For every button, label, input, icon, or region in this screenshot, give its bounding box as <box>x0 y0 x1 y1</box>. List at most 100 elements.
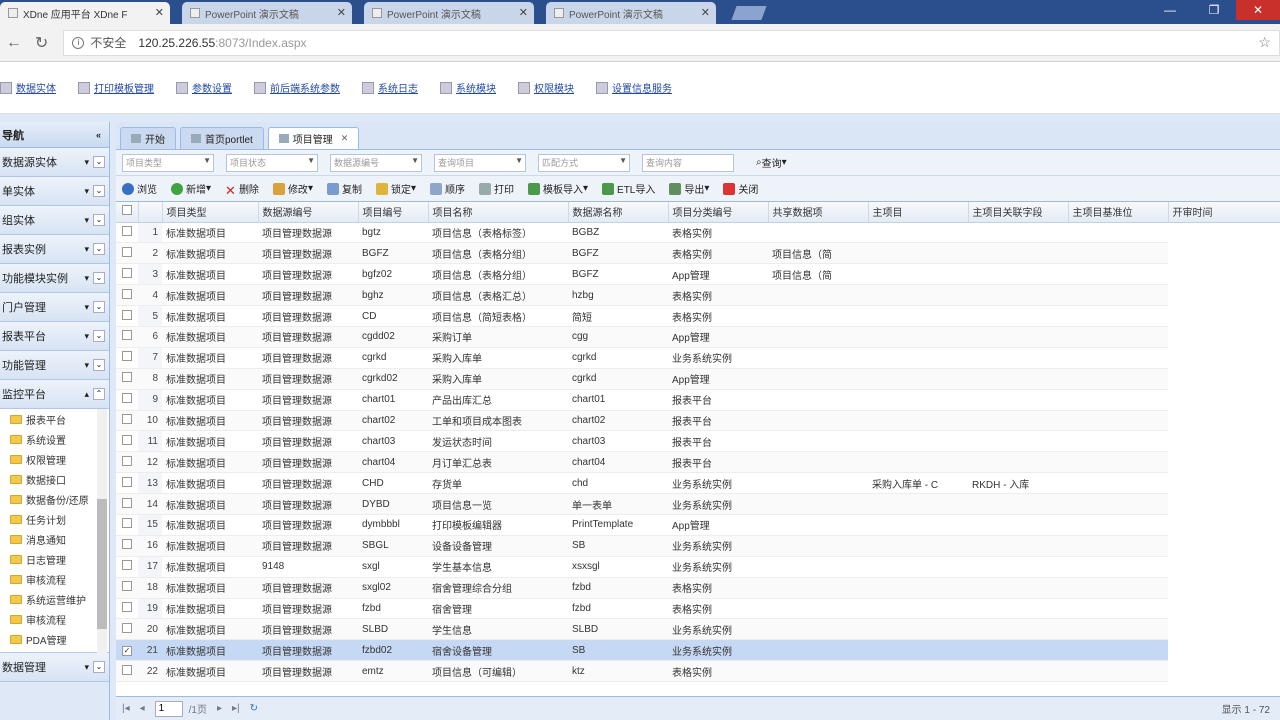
row-checkbox[interactable] <box>116 514 138 536</box>
last-page-icon[interactable]: ▸| <box>232 703 240 714</box>
column-header[interactable]: 项目分类编号 <box>668 202 769 223</box>
sidebar-section[interactable]: 功能管理 ▾ ⌄ <box>0 351 109 380</box>
back-icon[interactable]: ← <box>0 34 28 52</box>
close-tab-icon[interactable]: ✕ <box>701 6 710 19</box>
edit-button[interactable]: 修改 ▾ <box>272 181 313 196</box>
pin-icon[interactable]: ⌄ <box>93 661 105 673</box>
url-input[interactable]: i 不安全 120.25.226.55 :8073/Index.aspx ☆ <box>63 29 1280 56</box>
pin-icon[interactable]: ⌄ <box>93 301 105 313</box>
column-header[interactable]: 项目类型 <box>162 202 259 223</box>
table-row[interactable]: 17 标准数据项目 9148 sxgl 学生基本信息 xsxsgl 业务系统实例 <box>116 556 1280 578</box>
table-row[interactable]: 20 标准数据项目 项目管理数据源 SLBD 学生信息 SLBD 业务系统实例 <box>116 618 1280 641</box>
row-checkbox[interactable] <box>116 242 138 265</box>
tree-node[interactable]: PDA管理 <box>0 629 109 649</box>
table-row[interactable]: 7 标准数据项目 项目管理数据源 cgrkd 采购入库单 cgrkd 业务系统实例 <box>116 347 1280 369</box>
column-header[interactable]: 主项目基准位 <box>1068 202 1169 223</box>
new-tab-button[interactable] <box>731 6 767 20</box>
table-row[interactable]: 2 标准数据项目 项目管理数据源 BGFZ 项目信息（表格分组） BGFZ 表格实例 项目信息… <box>116 242 1280 265</box>
row-checkbox[interactable] <box>116 493 138 515</box>
close-tab-icon[interactable]: ✕ <box>341 133 349 144</box>
table-row[interactable]: 5 标准数据项目 项目管理数据源 CD 项目信息（简短表格） 简短 表格实例 <box>116 305 1280 327</box>
row-checkbox[interactable] <box>116 660 138 683</box>
tree-node[interactable]: 任务计划 <box>0 509 109 529</box>
tree-node[interactable]: 系统运营维护 <box>0 589 109 609</box>
tree-node[interactable]: 审核流程 <box>0 569 109 589</box>
select-all-checkbox[interactable] <box>116 202 139 223</box>
row-checkbox[interactable] <box>116 410 138 432</box>
table-row[interactable]: 19 标准数据项目 项目管理数据源 fzbd 宿舍管理 fzbd 表格实例 <box>116 598 1280 620</box>
row-checkbox[interactable] <box>116 347 138 369</box>
table-row[interactable]: 8 标准数据项目 项目管理数据源 cgrkd02 采购入库单 cgrkd App管理 <box>116 368 1280 390</box>
row-checkbox[interactable] <box>116 451 138 474</box>
etl-import-button[interactable]: ETL导入 <box>602 181 655 196</box>
close-tab-icon[interactable]: ✕ <box>519 6 528 19</box>
delete-button[interactable]: ✕ 删除 <box>225 181 259 198</box>
filter-project-status[interactable]: 项目状态 ▼ <box>226 153 318 172</box>
browser-tab[interactable]: PowerPoint 演示文稿 ✕ <box>364 2 534 24</box>
minimize-icon[interactable]: — <box>1148 0 1192 20</box>
column-header[interactable]: 主项目 <box>868 202 969 223</box>
browser-tab[interactable]: XDne 应用平台 XDne F ✕ <box>0 2 170 24</box>
tree-node[interactable]: 系统设置 <box>0 429 109 449</box>
query-button[interactable]: ⌕ 查询 ▾ <box>756 155 787 170</box>
filter-datasource[interactable]: 数据源编号 ▼ <box>330 153 422 172</box>
row-checkbox[interactable] <box>116 598 138 620</box>
first-page-icon[interactable]: |◂ <box>122 703 130 714</box>
column-header[interactable]: 开审时间 <box>1168 202 1280 223</box>
pin-icon[interactable]: ⌄ <box>93 272 105 284</box>
search-input[interactable]: 查询内容 <box>642 153 734 172</box>
tree-node[interactable]: 消息通知 <box>0 529 109 549</box>
bookmark-link[interactable]: 设置信息服务 <box>596 80 672 95</box>
row-checkbox[interactable] <box>116 556 138 578</box>
close-button[interactable]: 关闭 <box>723 181 758 196</box>
column-header[interactable]: 数据源名称 <box>568 202 669 223</box>
browser-tab[interactable]: PowerPoint 演示文稿 ✕ <box>182 2 352 24</box>
bookmark-star-icon[interactable]: ☆ <box>1258 34 1271 51</box>
column-header[interactable]: 共享数据项 <box>768 202 869 223</box>
column-header[interactable]: 项目编号 <box>358 202 429 223</box>
sidebar-section[interactable]: 组实体 ▾ ⌄ <box>0 206 109 235</box>
pin-icon[interactable]: ⌄ <box>93 214 105 226</box>
pin-icon[interactable]: ⌄ <box>93 156 105 168</box>
bookmark-link[interactable]: 参数设置 <box>176 80 232 95</box>
row-checkbox[interactable] <box>116 284 138 307</box>
tree-node[interactable]: 数据备份/还原 <box>0 489 109 509</box>
table-row[interactable]: ✓ 21 标准数据项目 项目管理数据源 fzbd02 宿舍设备管理 SB 业务系统实例 <box>116 639 1280 662</box>
close-tab-icon[interactable]: ✕ <box>155 6 164 19</box>
close-window-icon[interactable]: ✕ <box>1236 0 1280 20</box>
lock-button[interactable]: 锁定 ▾ <box>375 181 416 196</box>
scroll-thumb[interactable] <box>97 499 107 629</box>
row-checkbox[interactable] <box>116 368 138 390</box>
sidebar-section[interactable]: 单实体 ▾ ⌄ <box>0 177 109 206</box>
sidebar-section[interactable]: 报表平台 ▾ ⌄ <box>0 322 109 351</box>
table-row[interactable]: 16 标准数据项目 项目管理数据源 SBGL 设备设备管理 SB 业务系统实例 <box>116 535 1280 557</box>
order-button[interactable]: 顺序 <box>430 181 465 196</box>
row-checkbox[interactable] <box>116 430 138 453</box>
pin-icon[interactable]: ⌃ <box>93 388 105 400</box>
pin-icon[interactable]: ⌄ <box>93 243 105 255</box>
row-checkbox[interactable] <box>116 535 138 557</box>
tree-node[interactable]: 报表平台 <box>0 409 109 429</box>
row-checkbox[interactable] <box>116 326 138 348</box>
row-checkbox[interactable] <box>116 222 138 244</box>
maximize-icon[interactable]: ❐ <box>1192 0 1236 20</box>
sidebar-section[interactable]: 数据管理 ▾ ⌄ <box>0 653 109 682</box>
collapse-icon[interactable]: « <box>96 130 101 140</box>
table-row[interactable]: 22 标准数据项目 项目管理数据源 emtz 项目信息（可编辑） ktz 表格实例 <box>116 660 1280 683</box>
table-row[interactable]: 3 标准数据项目 项目管理数据源 bgfz02 项目信息（表格分组） BGFZ App管理项… <box>116 263 1280 286</box>
sidebar-section[interactable]: 功能模块实例 ▾ ⌄ <box>0 264 109 293</box>
filter-match-mode[interactable]: 匹配方式 ▼ <box>538 153 630 172</box>
table-row[interactable]: 11 标准数据项目 项目管理数据源 chart03 发运状态时间 chart03 报表平台 <box>116 430 1280 453</box>
export-button[interactable]: 导出 ▾ <box>669 181 709 196</box>
bookmark-link[interactable]: 权限模块 <box>518 80 574 95</box>
tab-portlet[interactable]: 首页portlet <box>180 127 264 149</box>
pin-icon[interactable]: ⌄ <box>93 330 105 342</box>
sidebar-section[interactable]: 监控平台 ▴ ⌃ <box>0 380 109 409</box>
close-tab-icon[interactable]: ✕ <box>337 6 346 19</box>
sidebar-section[interactable]: 数据源实体 ▾ ⌄ <box>0 148 109 177</box>
table-row[interactable]: 6 标准数据项目 项目管理数据源 cgdd02 采购订单 cgg App管理 <box>116 326 1280 348</box>
row-checkbox[interactable] <box>116 263 138 286</box>
tab-start[interactable]: 开始 <box>120 127 176 149</box>
column-header[interactable]: 主项目关联字段 <box>968 202 1069 223</box>
table-row[interactable]: 4 标准数据项目 项目管理数据源 bghz 项目信息（表格汇总） hzbg 表格实例 <box>116 284 1280 307</box>
